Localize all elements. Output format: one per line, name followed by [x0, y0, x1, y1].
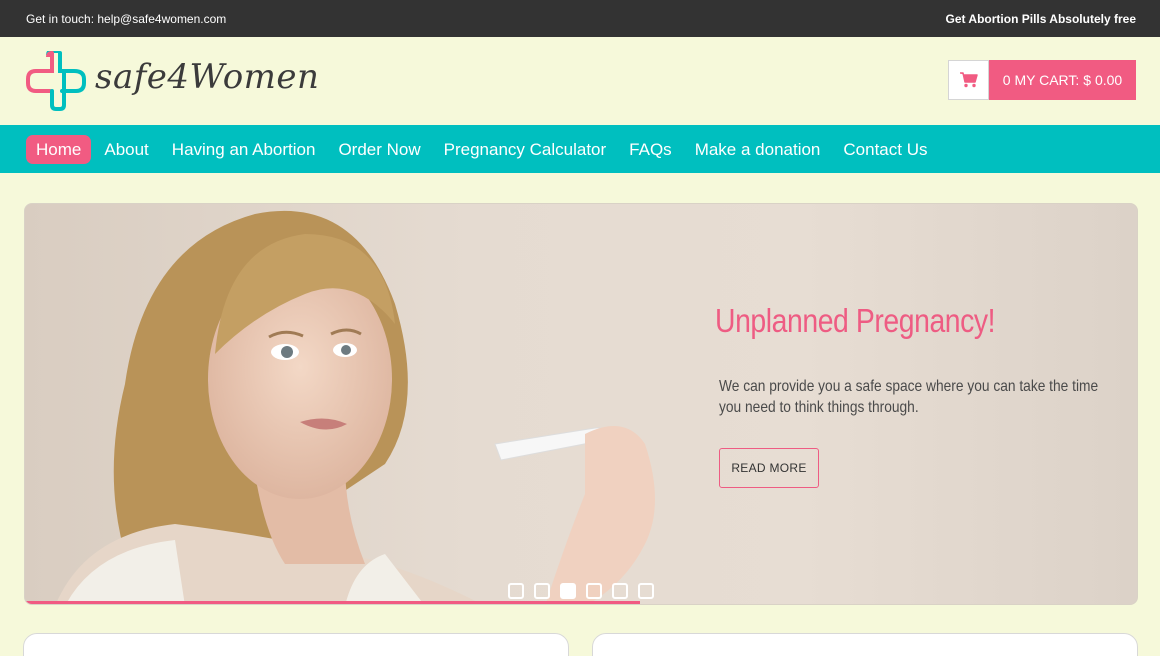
nav-about[interactable]: About [94, 135, 158, 164]
cart-label: 0 MY CART: [1002, 72, 1080, 88]
top-bar: Get in touch: help@safe4women.com Get Ab… [0, 0, 1160, 37]
content-card-right [592, 633, 1138, 656]
cart-button[interactable]: 0 MY CART: $ 0.00 [948, 60, 1136, 100]
nav-home[interactable]: Home [26, 134, 92, 164]
slider-dot[interactable] [586, 583, 602, 599]
content-card-left [23, 633, 569, 656]
cross-logo-icon[interactable] [26, 51, 86, 111]
slider-dot[interactable] [638, 583, 654, 599]
shopping-cart-icon [959, 72, 978, 88]
slider-dots [508, 583, 654, 599]
slide-text: We can provide you a safe space where yo… [719, 378, 1099, 416]
nav-having-an-abortion[interactable]: Having an Abortion [162, 135, 326, 164]
hero-slider[interactable]: Unplanned Pregnancy! We can provide you … [24, 203, 1138, 605]
hero-photo [55, 210, 655, 604]
promo-text: Get Abortion Pills Absolutely free [945, 12, 1136, 26]
nav-faqs[interactable]: FAQs [619, 135, 682, 164]
slider-dot[interactable] [534, 583, 550, 599]
cart-icon-box[interactable] [948, 60, 989, 100]
cart-summary[interactable]: 0 MY CART: $ 0.00 [989, 60, 1136, 100]
header: safe4Women 0 MY CART: $ 0.00 [0, 37, 1160, 125]
nav-pregnancy-calculator[interactable]: Pregnancy Calculator [434, 135, 617, 164]
slide-title: Unplanned Pregnancy! [715, 302, 996, 339]
nav-make-a-donation[interactable]: Make a donation [685, 135, 831, 164]
slider-dot-active[interactable] [560, 583, 576, 599]
read-more-button[interactable]: READ MORE [719, 448, 819, 488]
nav-order-now[interactable]: Order Now [328, 135, 430, 164]
slider-dot[interactable] [612, 583, 628, 599]
cart-total: $ 0.00 [1083, 72, 1123, 88]
slider-progress-bar [25, 601, 640, 604]
nav-contact-us[interactable]: Contact Us [833, 135, 937, 164]
contact-text[interactable]: Get in touch: help@safe4women.com [26, 12, 226, 26]
main-nav: Home About Having an Abortion Order Now … [0, 125, 1160, 173]
slider-dot[interactable] [508, 583, 524, 599]
brand-name[interactable]: safe4Women [95, 57, 319, 97]
